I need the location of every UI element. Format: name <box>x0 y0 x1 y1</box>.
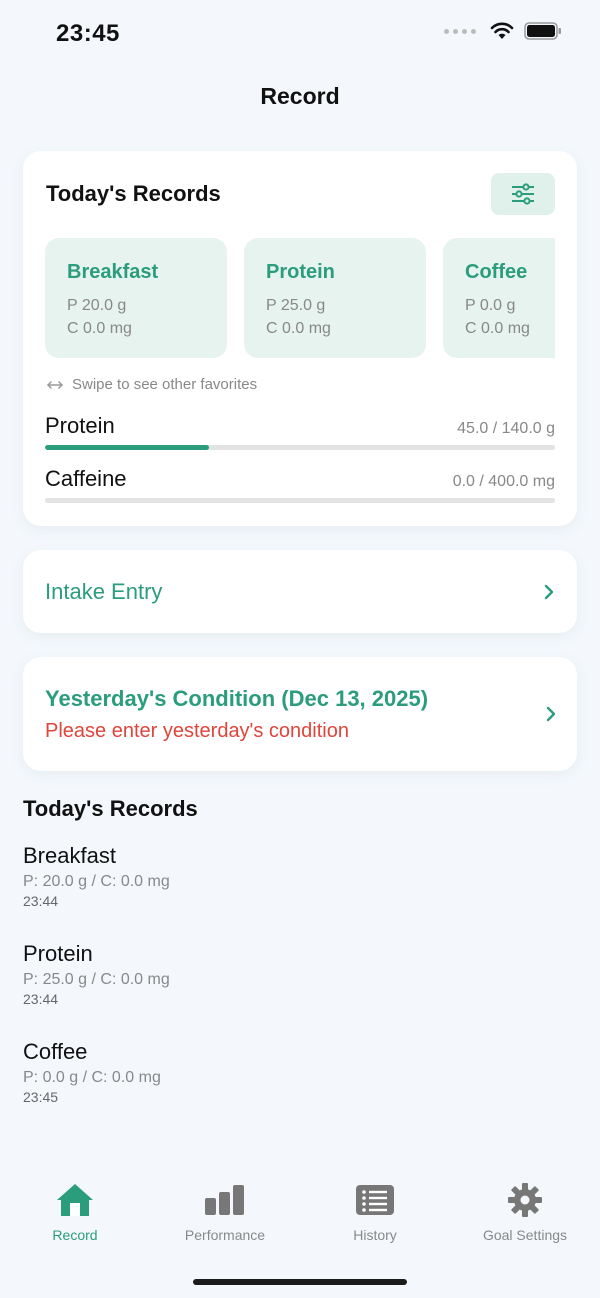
home-icon <box>57 1184 93 1216</box>
signal-dots-icon <box>444 28 476 34</box>
tab-bar: Record Performance History Goal Settings <box>0 1180 600 1260</box>
intake-entry-label: Intake Entry <box>45 578 163 604</box>
tab-history[interactable]: History <box>300 1180 450 1260</box>
filter-button[interactable] <box>491 173 555 215</box>
tab-goal-settings[interactable]: Goal Settings <box>450 1180 600 1260</box>
caffeine-progress: Caffeine 0.0 / 400.0 mg <box>45 466 555 503</box>
record-time: 23:44 <box>23 893 59 909</box>
intake-entry-button[interactable]: Intake Entry <box>23 550 577 633</box>
record-name: Protein <box>23 941 93 966</box>
favorite-card-protein[interactable]: Protein P 25.0 g C 0.0 mg <box>244 238 426 358</box>
favorites-carousel[interactable]: Breakfast P 20.0 g C 0.0 mg Protein P 25… <box>45 238 555 360</box>
progress-track <box>45 445 555 450</box>
list-item[interactable]: Protein P: 25.0 g / C: 0.0 mg 23:44 <box>23 941 577 1039</box>
favorite-name: Coffee <box>465 261 528 283</box>
tab-label: Goal Settings <box>482 1227 568 1243</box>
status-bar: 23:45 <box>0 0 600 70</box>
swipe-hint: Swipe to see other favorites <box>46 376 257 393</box>
tab-label: Performance <box>184 1227 266 1243</box>
records-list: Breakfast P: 20.0 g / C: 0.0 mg 23:44 Pr… <box>23 843 577 1137</box>
record-detail: P: 20.0 g / C: 0.0 mg <box>23 873 170 890</box>
status-time: 23:45 <box>56 20 120 47</box>
favorite-card-coffee[interactable]: Coffee P 0.0 g C 0.0 mg <box>443 238 555 358</box>
bar-chart-icon <box>205 1185 244 1215</box>
condition-warning: Please enter yesterday's condition <box>45 720 349 742</box>
favorite-caffeine: C 0.0 mg <box>67 320 132 337</box>
favorite-protein: P 0.0 g <box>465 297 516 314</box>
yesterday-condition-button[interactable]: Yesterday's Condition (Dec 13, 2025) Ple… <box>23 657 577 771</box>
record-time: 23:45 <box>23 1089 59 1105</box>
tab-performance[interactable]: Performance <box>150 1180 300 1260</box>
record-name: Breakfast <box>23 843 116 868</box>
favorite-protein: P 25.0 g <box>266 297 326 314</box>
chevron-right-icon <box>544 584 554 599</box>
progress-fill <box>45 445 209 450</box>
tab-label: Record <box>52 1227 98 1243</box>
page-title: Record <box>260 83 340 109</box>
condition-title: Yesterday's Condition (Dec 13, 2025) <box>45 686 429 711</box>
today-summary-card: Today's Records Breakfast P 20.0 g C 0.0… <box>23 151 577 526</box>
protein-progress: Protein 45.0 / 140.0 g <box>45 413 555 450</box>
progress-track <box>45 498 555 503</box>
record-detail: P: 25.0 g / C: 0.0 mg <box>23 971 170 988</box>
tab-record[interactable]: Record <box>0 1180 150 1260</box>
records-section-title: Today's Records <box>23 796 198 821</box>
progress-value: 0.0 / 400.0 mg <box>452 473 555 490</box>
list-icon <box>356 1185 394 1215</box>
record-name: Coffee <box>23 1039 88 1064</box>
progress-value: 45.0 / 140.0 g <box>457 420 555 437</box>
gear-icon <box>508 1183 542 1217</box>
record-detail: P: 0.0 g / C: 0.0 mg <box>23 1069 161 1086</box>
list-item[interactable]: Coffee P: 0.0 g / C: 0.0 mg 23:45 <box>23 1039 577 1137</box>
swipe-hint-text: Swipe to see other favorites <box>72 376 258 393</box>
swipe-arrows-icon <box>47 380 63 389</box>
list-item[interactable]: Breakfast P: 20.0 g / C: 0.0 mg 23:44 <box>23 843 577 941</box>
battery-icon <box>524 22 561 40</box>
status-icons <box>444 22 562 40</box>
sliders-icon <box>512 183 534 205</box>
tab-label: History <box>353 1227 397 1243</box>
favorite-caffeine: C 0.0 mg <box>266 320 331 337</box>
wifi-icon <box>490 22 514 39</box>
chevron-right-icon <box>546 706 556 722</box>
favorite-card-breakfast[interactable]: Breakfast P 20.0 g C 0.0 mg <box>45 238 227 358</box>
progress-label: Caffeine <box>45 466 127 491</box>
record-time: 23:44 <box>23 991 59 1007</box>
progress-label: Protein <box>45 413 115 438</box>
home-indicator <box>193 1279 407 1285</box>
favorite-name: Protein <box>266 261 335 283</box>
favorite-caffeine: C 0.0 mg <box>465 320 530 337</box>
favorite-name: Breakfast <box>67 261 159 283</box>
favorite-protein: P 20.0 g <box>67 297 127 314</box>
today-card-title: Today's Records <box>46 181 221 206</box>
